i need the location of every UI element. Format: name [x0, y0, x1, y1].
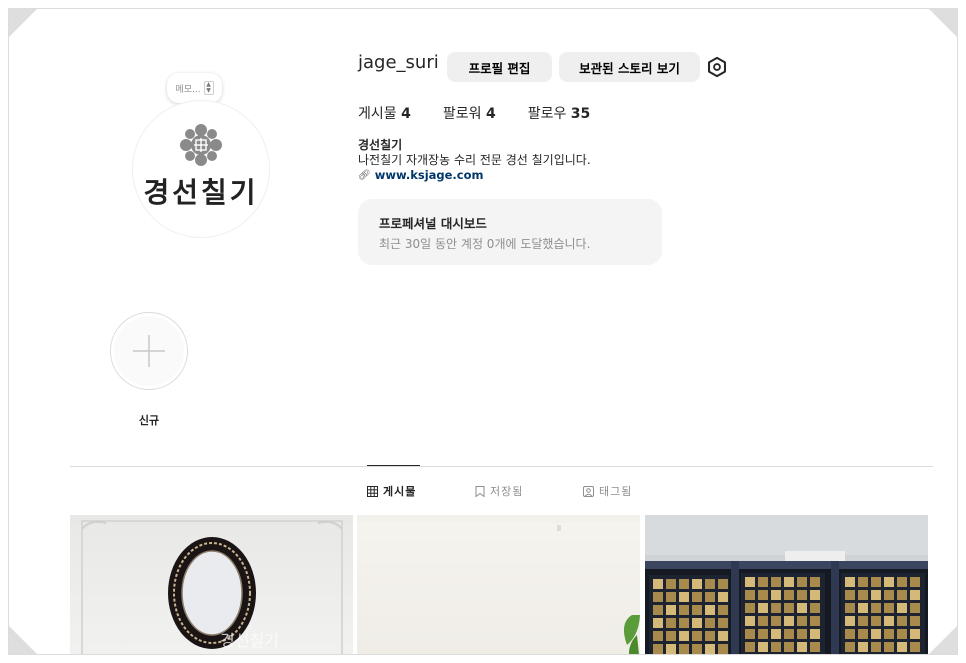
tab-saved[interactable]: 저장됨 [475, 483, 523, 499]
corner-decoration [9, 626, 37, 654]
tag-icon [583, 485, 594, 497]
stat-posts: 게시물 4 [358, 106, 411, 122]
avatar[interactable]: 경선칠기 [132, 100, 270, 238]
settings-icon[interactable] [706, 56, 728, 78]
tabs-divider [70, 466, 933, 467]
avatar-logo-text: 경선칠기 [143, 176, 259, 209]
new-highlight-button[interactable] [110, 312, 188, 390]
post-watermark: 경선칠기 [220, 631, 279, 650]
corner-decoration [929, 9, 957, 37]
note-bubble[interactable]: 메모... ▲ ▼ [167, 73, 222, 103]
view-archive-button[interactable]: 보관된 스토리 보기 [559, 52, 700, 82]
edit-profile-button[interactable]: 프로필 편집 [447, 52, 552, 82]
post-image-room [357, 515, 640, 654]
bookmark-icon [475, 485, 485, 497]
bio-link[interactable]: 🔗︎ www.ksjage.com [358, 168, 591, 183]
tab-tagged-label: 태그됨 [599, 485, 633, 498]
highlight-inner [114, 316, 184, 386]
bio: 경선칠기 나전칠기 자개장농 수리 전문 경선 칠기입니다. 🔗︎ www.ks… [358, 138, 591, 183]
tab-saved-label: 저장됨 [490, 485, 524, 498]
corner-decoration [9, 9, 37, 37]
stat-following[interactable]: 팔로우 35 [528, 103, 591, 123]
post-thumbnail[interactable] [357, 515, 640, 654]
instagram-profile-frame: 메모... ▲ ▼ 경선칠기 jage_suri 프로필 편집 보관된 스토리 … [8, 8, 958, 655]
tab-posts-label: 게시물 [383, 485, 417, 498]
username: jage_suri [358, 52, 439, 73]
professional-dashboard-card[interactable]: 프로페셔널 대시보드 최근 30일 동안 계정 0개에 도달했습니다. [358, 199, 662, 265]
link-icon: 🔗︎ [358, 170, 371, 181]
post-thumbnail[interactable] [645, 515, 928, 654]
bio-link-text[interactable]: www.ksjage.com [375, 168, 484, 183]
post-image-cabinet [645, 515, 928, 654]
bio-name: 경선칠기 [358, 138, 403, 152]
note-placeholder: 메모... [175, 84, 201, 95]
plus-icon [133, 335, 165, 367]
emblem-icon [180, 124, 222, 166]
corner-decoration [929, 626, 957, 654]
stat-followers[interactable]: 팔로워 4 [443, 103, 496, 123]
bio-text: 나전칠기 자개장농 수리 전문 경선 칠기입니다. [358, 153, 591, 167]
profile-stats: 게시물 4 팔로워 4 팔로우 35 [358, 103, 590, 123]
post-image-mirror [81, 520, 343, 654]
dashboard-title: 프로페셔널 대시보드 [379, 216, 487, 231]
note-stepper-icon: ▲ ▼ [203, 81, 214, 95]
post-thumbnail[interactable]: 경선칠기 [70, 515, 353, 654]
active-tab-indicator [367, 465, 420, 466]
dashboard-subtitle: 최근 30일 동안 계정 0개에 도달했습니다. [379, 237, 591, 251]
grid-icon [367, 485, 378, 497]
new-highlight-label: 신규 [138, 414, 160, 427]
tab-posts[interactable]: 게시물 [367, 483, 416, 499]
tab-tagged[interactable]: 태그됨 [583, 483, 632, 499]
